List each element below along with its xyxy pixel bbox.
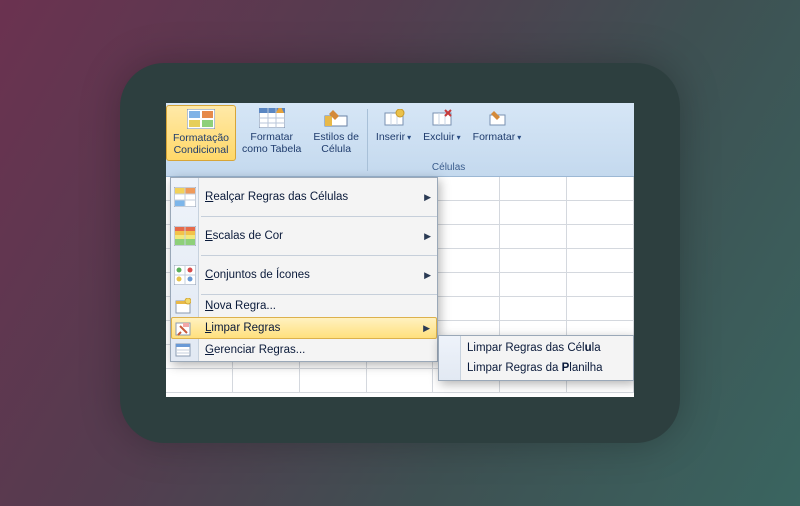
conditional-formatting-menu: Realçar Regras das Células ▶ Escalas de … bbox=[170, 177, 438, 362]
cell-styles-icon bbox=[321, 107, 351, 129]
clear-rules-entire-sheet-item[interactable]: Limpar Regras da Planilha bbox=[439, 358, 633, 378]
icon-sets-label: onjuntos de Ícones bbox=[213, 269, 310, 281]
dropdown-arrow-icon: ▾ bbox=[407, 133, 411, 142]
manage-rules-icon bbox=[174, 341, 192, 359]
excel-screenshot: Formatação Condicional Formatar como Tab… bbox=[166, 103, 634, 397]
clear-rules-label: impar Regras bbox=[211, 322, 280, 334]
new-rule-item[interactable]: Nova Regra... bbox=[171, 295, 437, 317]
format-as-table-button[interactable]: Formatar como Tabela bbox=[236, 105, 307, 161]
format-as-table-label: Formatar como Tabela bbox=[242, 131, 301, 155]
icon-sets-icon bbox=[174, 264, 196, 286]
highlight-cells-icon bbox=[174, 186, 196, 208]
submenu-arrow-icon: ▶ bbox=[424, 192, 431, 203]
color-scales-item[interactable]: Escalas de Cor ▶ bbox=[171, 217, 437, 255]
highlight-cells-label: ealçar Regras das Células bbox=[213, 191, 348, 203]
delete-button[interactable]: Excluir▾ bbox=[417, 105, 467, 161]
highlight-cells-rules-item[interactable]: Realçar Regras das Células ▶ bbox=[171, 178, 437, 216]
ribbon: Formatação Condicional Formatar como Tab… bbox=[166, 103, 634, 177]
device-frame: Formatação Condicional Formatar como Tab… bbox=[120, 63, 680, 443]
cells-group-label: Células bbox=[432, 162, 465, 173]
clear-rules-submenu: Limpar Regras das Célula Limpar Regras d… bbox=[438, 335, 634, 381]
dropdown-arrow-icon: ▾ bbox=[517, 133, 521, 142]
format-button[interactable]: Formatar▾ bbox=[467, 105, 528, 161]
color-scales-label: scalas de Cor bbox=[213, 230, 283, 242]
delete-icon bbox=[427, 107, 457, 129]
insert-button[interactable]: Inserir▾ bbox=[370, 105, 417, 161]
insert-icon bbox=[379, 107, 409, 129]
manage-rules-item[interactable]: Gerenciar Regras... bbox=[171, 339, 437, 361]
submenu-arrow-icon: ▶ bbox=[424, 270, 431, 281]
clear-rules-icon bbox=[174, 319, 192, 337]
new-rule-label: ova Regra... bbox=[213, 300, 276, 312]
ribbon-separator bbox=[367, 109, 368, 171]
cells-group: Inserir▾ Excluir▾ Formatar▾ bbox=[370, 105, 527, 173]
format-label: Formatar bbox=[473, 131, 516, 143]
conditional-formatting-label: Formatação Condicional bbox=[173, 132, 229, 156]
submenu-arrow-icon: ▶ bbox=[424, 231, 431, 242]
icon-sets-item[interactable]: Conjuntos de Ícones ▶ bbox=[171, 256, 437, 294]
cell-styles-label: Estilos de Célula bbox=[313, 131, 359, 155]
conditional-formatting-icon bbox=[186, 108, 216, 130]
insert-label: Inserir bbox=[376, 131, 405, 143]
conditional-formatting-button[interactable]: Formatação Condicional bbox=[166, 105, 236, 161]
color-scales-icon bbox=[174, 225, 196, 247]
format-as-table-icon bbox=[257, 107, 287, 129]
manage-rules-label: erenciar Regras... bbox=[214, 344, 305, 356]
delete-label: Excluir bbox=[423, 131, 455, 143]
new-rule-icon bbox=[174, 297, 192, 315]
submenu-arrow-icon: ▶ bbox=[423, 323, 430, 334]
dropdown-arrow-icon: ▾ bbox=[457, 133, 461, 142]
clear-rules-item[interactable]: Limpar Regras ▶ bbox=[171, 317, 437, 339]
clear-rules-selected-cells-item[interactable]: Limpar Regras das Célula bbox=[439, 338, 633, 358]
cell-styles-button[interactable]: Estilos de Célula bbox=[307, 105, 365, 161]
format-icon bbox=[482, 107, 512, 129]
